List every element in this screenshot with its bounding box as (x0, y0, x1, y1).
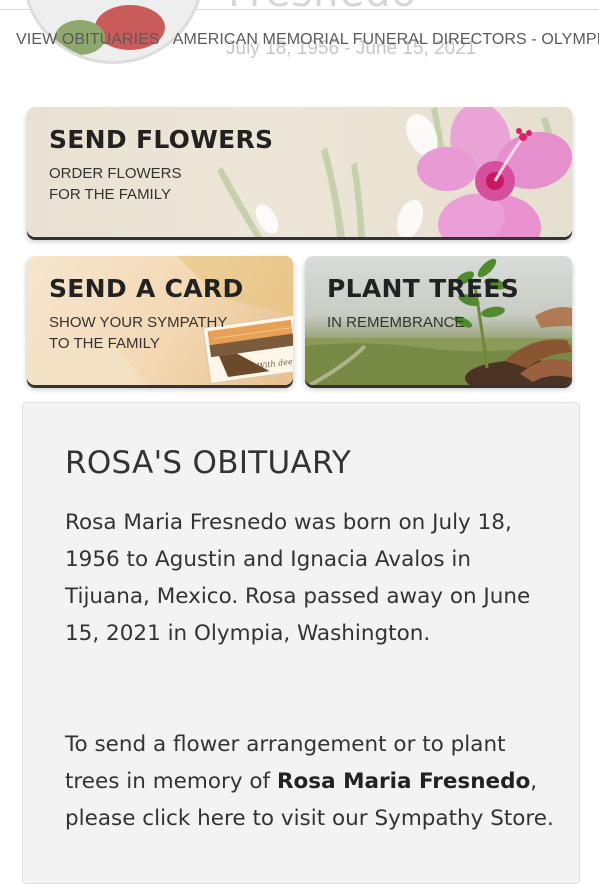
send-card-subtitle-1: SHOW YOUR SYMPATHY (49, 314, 228, 331)
obituary-card: ROSA'S OBITUARY Rosa Maria Fresnedo was … (22, 402, 580, 884)
sympathy-store-paragraph: To send a flower arrangement or to plant… (65, 726, 555, 837)
send-flowers-subtitle-2: FOR THE FAMILY (49, 186, 171, 203)
send-card-banner[interactable]: With deepest Sympathy SEND A CARD SHOW Y… (27, 256, 293, 385)
deceased-name: Fresnedo (228, 0, 417, 16)
plant-trees-banner[interactable]: PLANT TREES IN REMEMBRANCE (305, 256, 572, 385)
send-flowers-title: SEND FLOWERS (49, 125, 274, 154)
send-card-subtitle-2: TO THE FAMILY (49, 335, 160, 352)
breadcrumb-view-obituaries[interactable]: VIEW OBITUARIES (16, 31, 160, 48)
breadcrumb: VIEW OBITUARIES AMERICAN MEMORIAL FUNERAL… (16, 31, 599, 49)
obituary-paragraph: Rosa Maria Fresnedo was born on July 18,… (65, 510, 531, 646)
send-card-title: SEND A CARD (49, 274, 244, 303)
plant-trees-subtitle: IN REMEMBRANCE (327, 314, 465, 331)
obituary-heading: ROSA'S OBITUARY (65, 445, 352, 481)
send-flowers-banner[interactable]: SEND FLOWERS ORDER FLOWERS FOR THE FAMIL… (27, 107, 572, 237)
breadcrumb-funeral-home[interactable]: AMERICAN MEMORIAL FUNERAL DIRECTORS - OL… (173, 31, 599, 48)
obituary-header: Fresnedo July 18, 1956 - June 15, 2021 V… (0, 0, 599, 95)
deceased-full-name: Rosa Maria Fresnedo (276, 769, 531, 794)
plant-trees-title: PLANT TREES (327, 274, 520, 303)
send-flowers-subtitle-1: ORDER FLOWERS (49, 165, 182, 182)
